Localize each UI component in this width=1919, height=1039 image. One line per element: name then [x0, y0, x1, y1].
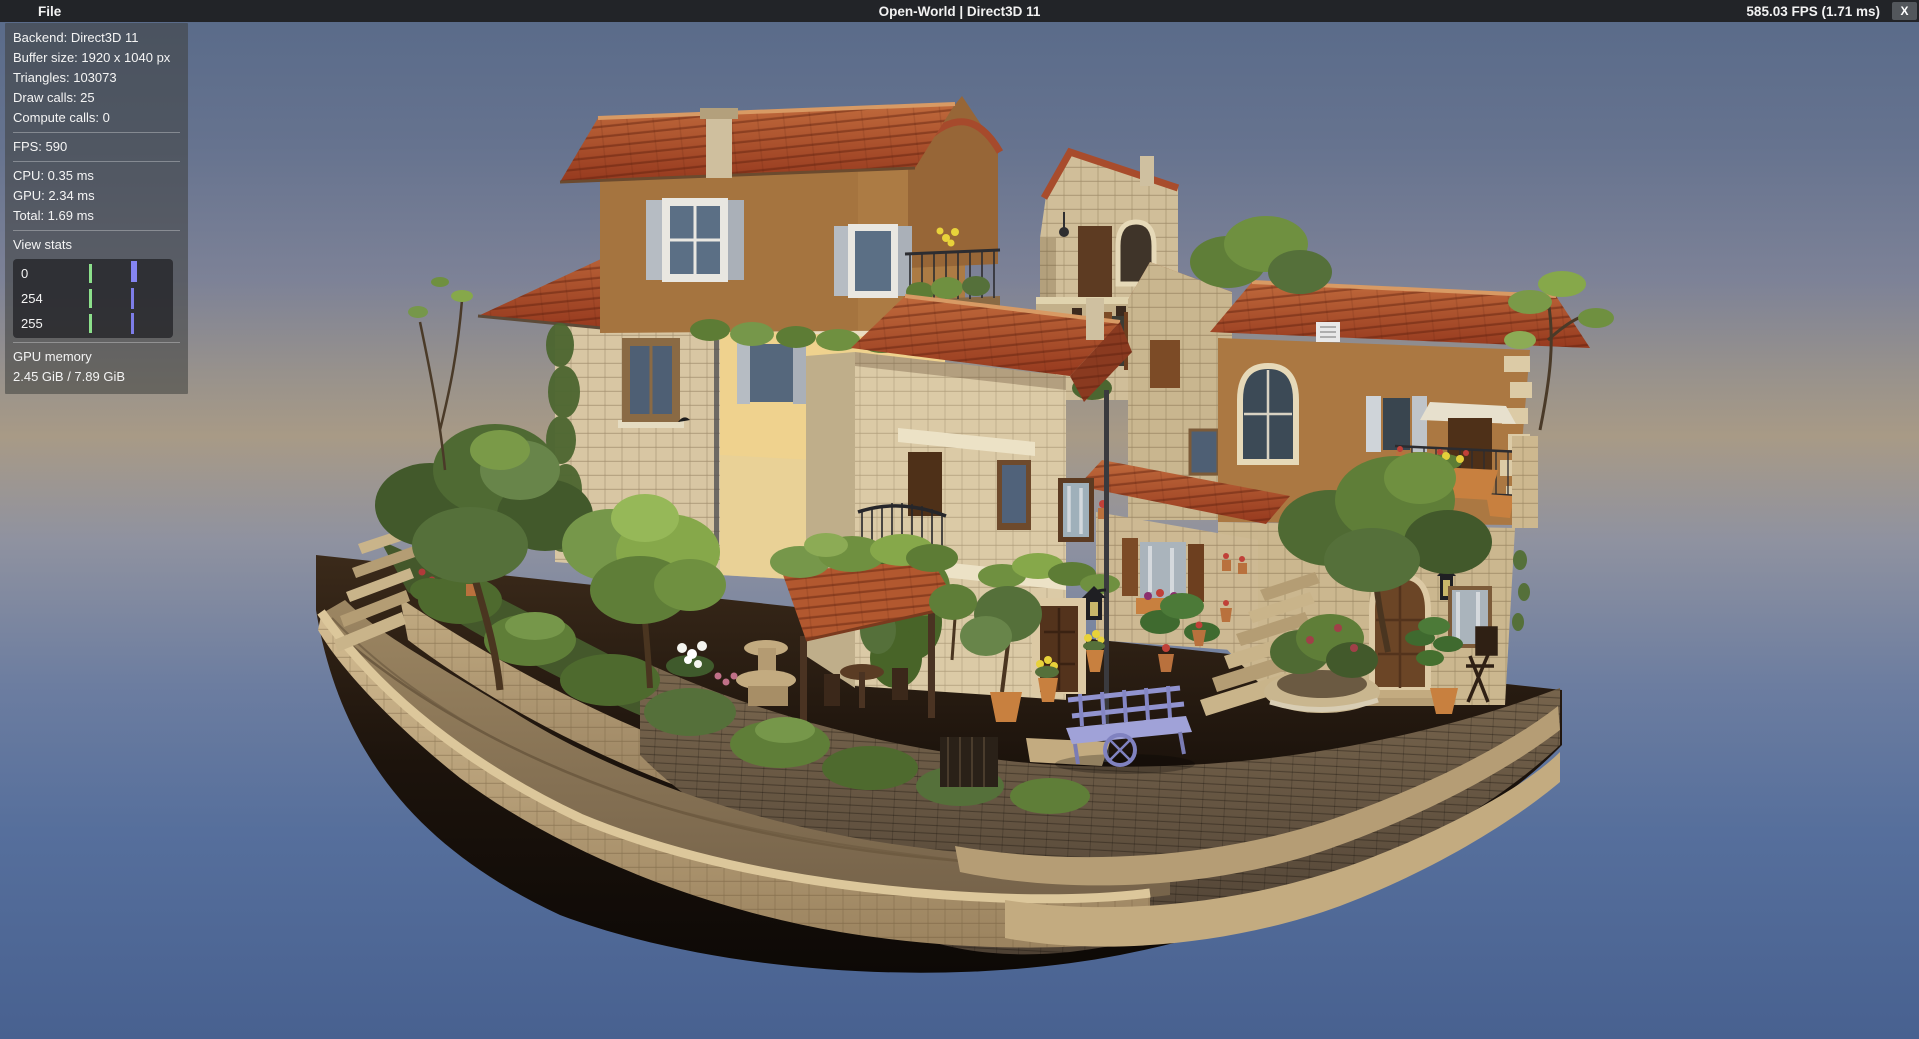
gpu-memory-label: GPU memory — [13, 347, 180, 367]
stat-cpu-time: CPU: 0.35 ms — [13, 166, 180, 186]
stat-backend: Backend: Direct3D 11 — [13, 28, 180, 48]
divider — [13, 132, 180, 133]
view-stats-graph: 0 254 255 — [13, 259, 173, 338]
view-stats-row: 0 — [13, 261, 173, 286]
green-marker — [89, 264, 92, 283]
close-button[interactable]: X — [1892, 2, 1917, 20]
view-stats-row: 254 — [13, 286, 173, 311]
view-stats-row-track — [55, 311, 173, 336]
blue-bar — [131, 313, 134, 334]
window — [618, 338, 684, 428]
blue-bar — [131, 261, 137, 282]
view-stats-row-label: 254 — [13, 286, 55, 311]
hanging-vine — [1512, 550, 1530, 631]
divider — [13, 342, 180, 343]
stat-fps: FPS: 590 — [13, 137, 180, 157]
stat-draw-calls: Draw calls: 25 — [13, 88, 180, 108]
window-shuttered — [646, 198, 744, 282]
view-stats-row-track — [55, 286, 173, 311]
stat-gpu-time: GPU: 2.34 ms — [13, 186, 180, 206]
window-shuttered — [1366, 396, 1427, 452]
title-bar: File Open-World | Direct3D 11 585.03 FPS… — [0, 0, 1919, 22]
stat-compute-calls: Compute calls: 0 — [13, 108, 180, 128]
stats-overlay: Backend: Direct3D 11 Buffer size: 1920 x… — [5, 23, 188, 394]
stat-total-time: Total: 1.69 ms — [13, 206, 180, 226]
stat-triangles: Triangles: 103073 — [13, 68, 180, 88]
blue-bar — [131, 288, 134, 309]
window-shuttered — [834, 224, 912, 298]
viewport-3d[interactable] — [0, 0, 1919, 1039]
divider — [13, 230, 180, 231]
view-stats-row: 255 — [13, 311, 173, 336]
divider — [13, 161, 180, 162]
view-stats-row-track — [55, 261, 173, 286]
fps-readout: 585.03 FPS (1.71 ms) — [1746, 4, 1880, 19]
scene-3d-render — [0, 0, 1919, 1039]
gpu-memory-value: 2.45 GiB / 7.89 GiB — [13, 367, 180, 387]
app-window: File Open-World | Direct3D 11 585.03 FPS… — [0, 0, 1919, 1039]
window-shuttered — [737, 342, 806, 404]
window-title: Open-World | Direct3D 11 — [0, 4, 1919, 19]
menu-file[interactable]: File — [0, 0, 73, 22]
green-marker — [89, 289, 92, 308]
stat-buffer-size: Buffer size: 1920 x 1040 px — [13, 48, 180, 68]
tower-door — [1078, 226, 1112, 302]
green-marker — [89, 314, 92, 333]
view-stats-label: View stats — [13, 235, 180, 255]
grate — [940, 737, 998, 787]
view-stats-row-label: 0 — [13, 261, 55, 286]
view-stats-row-label: 255 — [13, 311, 55, 336]
